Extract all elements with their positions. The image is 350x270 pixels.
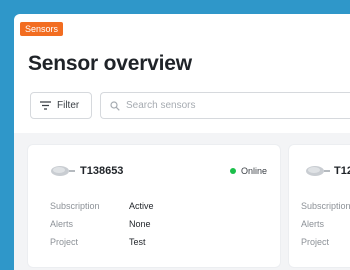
alerts-value: None <box>129 219 151 229</box>
sensor-id: T138653 <box>80 165 124 177</box>
main-panel: Sensors Sensor overview Filter Search se… <box>14 14 350 270</box>
status-badge: Online <box>230 166 267 176</box>
sensor-list: T138653 Online Subscription Active Alert… <box>14 133 350 270</box>
subscription-label: Subscription <box>301 201 350 211</box>
sensor-id: T12 <box>334 165 350 177</box>
online-dot-icon <box>230 168 236 174</box>
project-label: Project <box>301 237 330 247</box>
search-input[interactable] <box>126 100 326 111</box>
breadcrumb-sensors[interactable]: Sensors <box>20 22 64 36</box>
filter-label: Filter <box>57 100 80 111</box>
project-label: Project <box>50 237 79 247</box>
subscription-value: Active <box>129 201 154 211</box>
sensor-card[interactable]: T138653 Online Subscription Active Alert… <box>28 145 280 267</box>
filter-lines-icon <box>40 101 51 110</box>
project-value: Test <box>129 237 146 247</box>
alerts-label: Alerts <box>301 219 325 229</box>
filter-button[interactable]: Filter <box>30 92 92 119</box>
status-label: Online <box>241 166 268 176</box>
alerts-label: Alerts <box>50 219 74 229</box>
sensor-card[interactable]: T12 Subscription Alerts Project <box>289 145 350 267</box>
page-title: Sensor overview <box>28 52 192 75</box>
search-box[interactable] <box>100 92 350 119</box>
sensor-device-icon <box>51 166 75 176</box>
sensor-device-icon <box>306 166 330 176</box>
search-icon <box>110 100 120 111</box>
subscription-label: Subscription <box>50 201 100 211</box>
